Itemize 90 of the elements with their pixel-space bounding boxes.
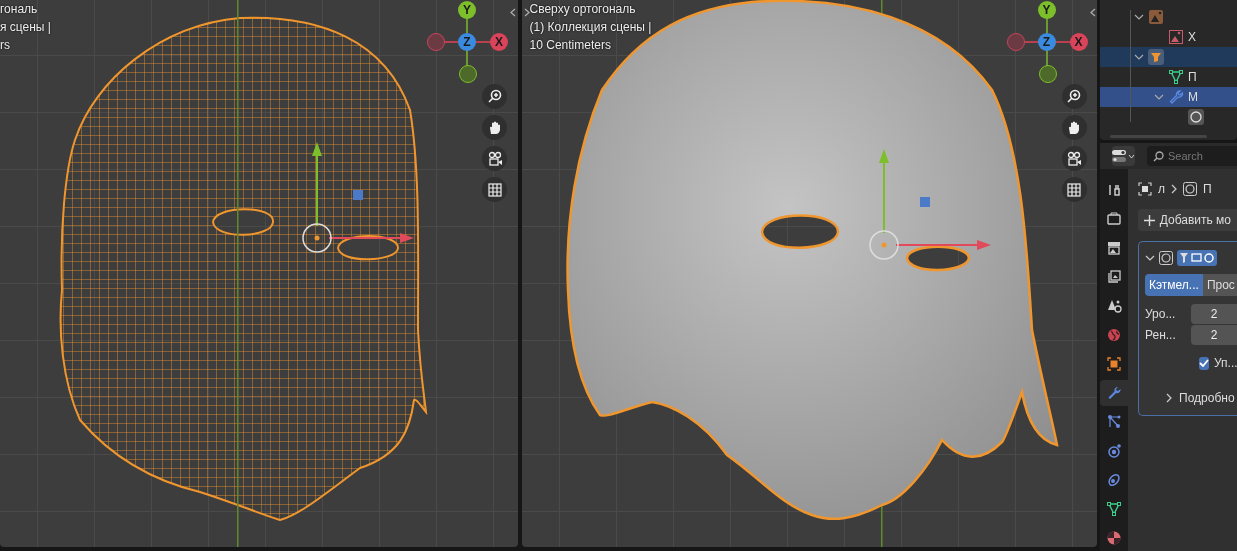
image-stack-icon <box>1106 269 1122 285</box>
hand-button[interactable] <box>482 115 507 140</box>
viewport-info-text: я сцены | <box>0 19 51 36</box>
outliner-row[interactable] <box>1100 47 1237 67</box>
subpanel-header[interactable]: Подробно <box>1179 391 1235 405</box>
outliner-item-label: Х <box>1188 30 1196 44</box>
grid-button[interactable] <box>482 177 507 202</box>
tool-icon <box>1106 182 1122 198</box>
caret-icon <box>1128 153 1135 159</box>
negative-x-axis-handle[interactable] <box>1006 33 1025 51</box>
object-square-icon <box>1138 182 1152 196</box>
z-axis-handle[interactable]: Z <box>458 33 476 51</box>
chevron-right-icon[interactable] <box>523 8 530 17</box>
add-modifier-button[interactable]: Добавить мо <box>1138 209 1237 231</box>
breadcrumb-item[interactable]: л <box>1158 182 1165 196</box>
editor-type-button[interactable] <box>1112 146 1135 166</box>
subdivision-icon <box>1183 182 1197 196</box>
triangle-mesh-icon <box>1106 501 1122 517</box>
transform-gizmo-drawing[interactable] <box>868 149 991 260</box>
wrench-icon <box>1168 89 1184 105</box>
image-empty-icon <box>1148 9 1164 25</box>
zoom-button[interactable] <box>482 84 507 109</box>
search-field[interactable]: Search <box>1147 146 1237 166</box>
checkbox-label: Уп... <box>1214 356 1237 370</box>
chevron-left-icon[interactable] <box>1089 8 1096 17</box>
number-field[interactable]: 2 <box>1191 304 1237 324</box>
subdivision-icon <box>1159 251 1173 265</box>
x-axis-handle[interactable]: X <box>1069 33 1088 51</box>
viewport-info-text: Сверху ортогональ <box>529 1 637 18</box>
transform-gizmo-drawing[interactable] <box>302 142 414 253</box>
material-sphere-icon <box>1106 530 1122 546</box>
outliner-item-label: П <box>1188 70 1197 84</box>
chevron-down-icon[interactable] <box>1154 93 1164 101</box>
grid-icon <box>1066 181 1083 198</box>
outliner-row[interactable]: М <box>1100 87 1237 107</box>
number-field[interactable]: 2 <box>1191 325 1237 345</box>
chevron-right-icon[interactable] <box>1165 393 1173 403</box>
wrench-icon <box>1106 385 1122 401</box>
breadcrumb-item[interactable]: П <box>1203 182 1212 196</box>
y-axis-handle[interactable]: Y <box>1037 1 1056 19</box>
negative-y-axis-handle[interactable] <box>459 65 477 83</box>
checkbox[interactable] <box>1199 356 1209 370</box>
3d-viewport[interactable]: гональ я сцены | rs Y Z X <box>0 0 518 547</box>
zoom-icon <box>486 88 503 105</box>
field-label: Уро... <box>1145 307 1177 321</box>
camera-button[interactable] <box>1061 146 1087 171</box>
object-square-icon <box>1106 356 1122 372</box>
z-axis-handle[interactable]: Z <box>1037 33 1056 51</box>
y-axis-handle[interactable]: Y <box>458 1 476 19</box>
outliner-item-label: М <box>1188 90 1198 104</box>
chain-link-icon <box>1106 472 1122 488</box>
viewport-info-text: rs <box>0 37 11 54</box>
field-label: Рен... <box>1145 328 1177 342</box>
plus-icon <box>1144 214 1155 226</box>
hand-button[interactable] <box>1061 115 1087 140</box>
globe-icon <box>1106 327 1122 343</box>
viewport-info-text: (1) Коллекция сцены | <box>529 19 652 36</box>
printer-icon <box>1106 240 1122 256</box>
outliner-row[interactable]: П <box>1100 67 1237 87</box>
subdivision-icon <box>1188 109 1204 125</box>
chevron-down-icon[interactable] <box>1134 53 1144 61</box>
camera-icon <box>486 150 503 167</box>
grid-icon <box>486 181 503 198</box>
toggle-switches-icon <box>1112 150 1126 162</box>
camera-button[interactable] <box>482 146 507 171</box>
viewport-info-text: 10 Centimeters <box>529 37 612 54</box>
3d-viewport[interactable]: Сверху ортогональ (1) Коллекция сцены | 10 Centimeters Y Z X <box>521 0 1097 547</box>
negative-y-axis-handle[interactable] <box>1038 65 1057 83</box>
camera-back-icon <box>1106 211 1122 227</box>
chevron-down-icon[interactable] <box>1145 254 1155 262</box>
image-icon <box>1168 29 1184 45</box>
chevron-right-icon <box>1171 184 1177 194</box>
subdivision-mode-tab[interactable]: Прос <box>1202 274 1237 296</box>
viewport-info-text: гональ <box>0 1 39 18</box>
subdivision-mode-tab[interactable]: Кэтмел... <box>1145 274 1203 296</box>
grid-button[interactable] <box>1061 177 1087 202</box>
cone-sphere-icon <box>1106 298 1122 314</box>
zoom-button[interactable] <box>1061 84 1087 109</box>
particles-icon <box>1106 414 1122 430</box>
x-axis-handle[interactable]: X <box>490 33 508 51</box>
orbit-icon <box>1106 443 1122 459</box>
outliner-row[interactable]: Х <box>1100 27 1237 47</box>
chevron-down-icon[interactable] <box>1134 13 1144 21</box>
zoom-icon <box>1066 88 1083 105</box>
chevron-left-icon[interactable] <box>510 8 516 17</box>
triangle-mesh-icon <box>1168 69 1184 85</box>
visibility-toggles-icon[interactable] <box>1177 250 1217 266</box>
mesh-object-icon <box>1148 49 1164 65</box>
negative-x-axis-handle[interactable] <box>427 33 445 51</box>
camera-icon <box>1066 150 1083 167</box>
